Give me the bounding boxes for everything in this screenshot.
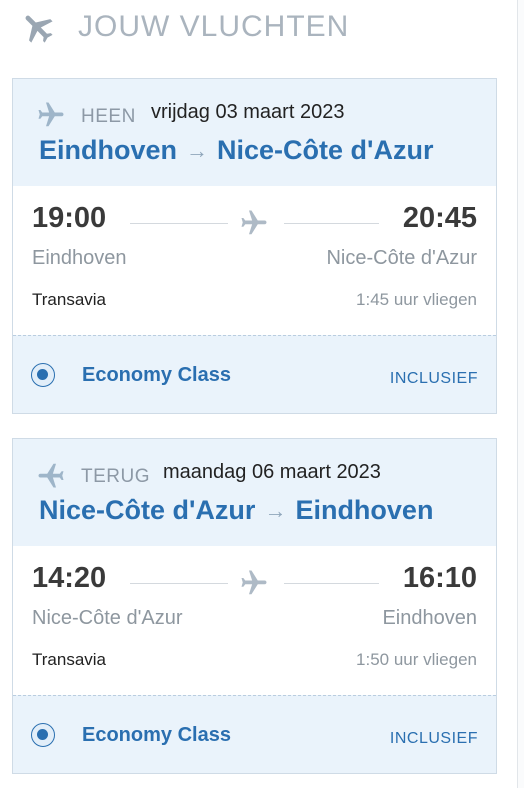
flight-duration: 1:50 uur vliegen (356, 650, 477, 669)
fare-radio[interactable] (31, 363, 55, 387)
fare-class-label: Economy Class (82, 364, 231, 386)
radio-selected-dot (37, 369, 48, 380)
flight-date: maandag 06 maart 2023 (163, 461, 381, 483)
direction-label: HEEN (81, 106, 136, 127)
flight-card-header: TERUG maandag 06 maart 2023 Nice-Côte d'… (13, 439, 496, 546)
flight-card-return: TERUG maandag 06 maart 2023 Nice-Côte d'… (12, 438, 497, 774)
plane-icon (237, 208, 271, 238)
flight-card-header: HEEN vrijdag 03 maart 2023 Eindhoven → N… (13, 79, 496, 186)
departure-city: Eindhoven (32, 247, 127, 269)
route-origin: Nice-Côte d'Azur (39, 495, 256, 525)
arrow-right-icon: → (264, 497, 287, 523)
arrival-city: Nice-Côte d'Azur (326, 247, 477, 269)
flight-card-outbound: HEEN vrijdag 03 maart 2023 Eindhoven → N… (12, 78, 497, 414)
fare-radio[interactable] (31, 723, 55, 747)
fare-status-label: INCLUSIEF (389, 730, 478, 747)
arrival-time: 20:45 (402, 202, 477, 234)
route-title: Eindhoven → Nice-Côte d'Azur (39, 135, 433, 166)
plane-icon (237, 568, 271, 598)
divider-line (130, 583, 228, 584)
scrollbar-track[interactable] (517, 0, 524, 788)
departure-plane-icon (35, 99, 67, 131)
fare-class-label: Economy Class (82, 724, 231, 746)
arrival-plane-icon (35, 459, 67, 491)
airline-name: Transavia (32, 290, 107, 309)
direction-label: TERUG (81, 466, 150, 487)
fare-status-label: INCLUSIEF (389, 370, 478, 387)
arrival-time: 16:10 (402, 562, 477, 594)
page-title: JOUW VLUCHTEN (78, 10, 350, 43)
route-origin: Eindhoven (39, 135, 178, 165)
airline-name: Transavia (32, 650, 107, 669)
flight-times: 19:00 20:45 Eindhoven Nice-Côte d'Azur T… (13, 186, 496, 336)
flight-duration: 1:45 uur vliegen (356, 290, 477, 309)
departure-time: 19:00 (32, 202, 107, 234)
fare-option[interactable]: Economy Class INCLUSIEF (13, 335, 496, 413)
page-header: JOUW VLUCHTEN (18, 6, 349, 48)
departure-time: 14:20 (32, 562, 107, 594)
arrow-right-icon: → (186, 137, 209, 163)
flight-date: vrijdag 03 maart 2023 (151, 101, 345, 123)
radio-selected-dot (37, 729, 48, 740)
route-title: Nice-Côte d'Azur → Eindhoven (39, 495, 433, 526)
flight-times: 14:20 16:10 Nice-Côte d'Azur Eindhoven T… (13, 546, 496, 696)
route-destination: Nice-Côte d'Azur (217, 135, 434, 165)
divider-line (284, 583, 379, 584)
divider-line (284, 223, 379, 224)
fare-option[interactable]: Economy Class INCLUSIEF (13, 695, 496, 773)
departure-city: Nice-Côte d'Azur (32, 607, 183, 629)
divider-line (130, 223, 228, 224)
airplane-icon (18, 7, 58, 47)
route-destination: Eindhoven (295, 495, 434, 525)
arrival-city: Eindhoven (382, 607, 477, 629)
